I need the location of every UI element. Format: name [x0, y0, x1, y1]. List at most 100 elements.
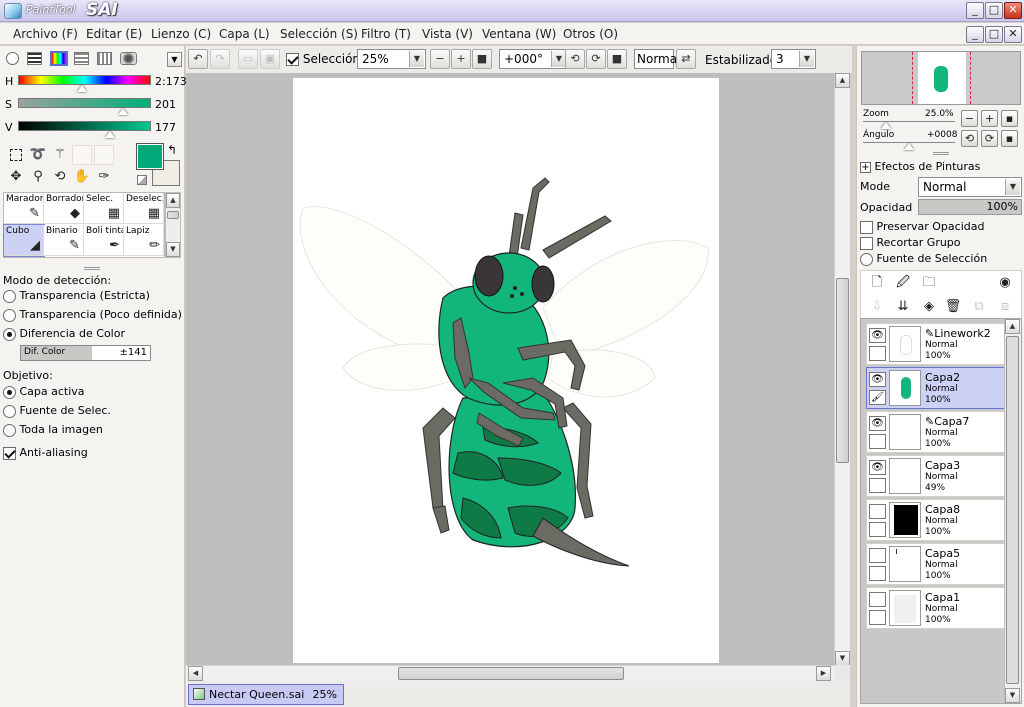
hue-slider[interactable] — [18, 75, 151, 85]
splitter-grip[interactable] — [933, 152, 949, 155]
brush-marcador[interactable]: Marador ✎ — [4, 193, 44, 224]
selection-checkbox[interactable] — [286, 53, 299, 66]
document-tab[interactable]: Nectar Queen.sai 25% — [188, 684, 344, 705]
nav-zoom-thumb[interactable] — [881, 122, 891, 129]
nav-rotate-right-icon[interactable]: ⟳ — [981, 130, 998, 147]
menu-archivo[interactable]: Archivo (F) — [13, 27, 78, 41]
brush-binario[interactable]: Binario ✎ — [44, 225, 84, 256]
invert-selection-icon[interactable]: ▣ — [260, 49, 280, 69]
eye-icon[interactable] — [869, 548, 886, 563]
swap-colors-icon[interactable]: ↰ — [167, 143, 177, 157]
pen-lock-icon[interactable] — [869, 610, 886, 625]
menu-filtro[interactable]: Filtro (T) — [361, 27, 411, 41]
eyedropper-icon[interactable]: ✑ — [94, 167, 114, 187]
brush-borrador[interactable]: Borrador ◆ — [44, 193, 84, 224]
nav-angle-thumb[interactable] — [904, 143, 914, 150]
nav-zoom-slider[interactable] — [863, 121, 955, 122]
zoom-combo[interactable]: 25% ▼ — [357, 49, 426, 69]
selection-source-radio[interactable] — [860, 252, 873, 266]
merge-visible-icon[interactable]: ⧉ — [969, 297, 989, 317]
undo-icon[interactable]: ↶ — [188, 49, 208, 69]
brush-selec[interactable]: Selec. ▦ — [84, 193, 124, 224]
menu-editar[interactable]: Editar (E) — [86, 27, 142, 41]
preserve-opacity-checkbox[interactable] — [860, 220, 873, 234]
doc-maximize-button[interactable]: □ — [985, 26, 1003, 43]
horizontal-scroll-thumb[interactable] — [398, 667, 624, 680]
canvas-paper[interactable] — [293, 78, 719, 663]
scroll-down-icon[interactable]: ▼ — [166, 242, 180, 257]
minimize-button[interactable]: _ — [966, 2, 984, 19]
rotate-left-icon[interactable]: ⟲ — [565, 49, 585, 69]
scratchpad-icon[interactable] — [120, 52, 137, 65]
layer-row[interactable]: Capa1 Normal 100% — [866, 587, 1007, 629]
layer-row[interactable]: 👁 ✎Linework2 Normal 100% — [866, 323, 1007, 365]
flip-icon[interactable]: ⇄ — [676, 49, 696, 69]
saturation-slider[interactable] — [18, 98, 151, 108]
zoom-icon[interactable]: ⚲ — [28, 167, 48, 187]
clip-group-toggle[interactable]: Recortar Grupo — [860, 236, 961, 250]
new-linework-icon[interactable]: 🖉 — [893, 273, 913, 293]
swatches-icon[interactable] — [97, 52, 112, 65]
nav-zoom-out-icon[interactable]: − — [961, 110, 978, 127]
detection-option-loose[interactable]: Transparencia (Poco definida) — [3, 308, 182, 322]
deselect-icon[interactable]: ▭ — [238, 49, 258, 69]
pen-lock-icon[interactable]: 🖌 — [869, 390, 886, 405]
layer-scroll-thumb[interactable] — [1006, 336, 1019, 684]
value-slider-thumb[interactable] — [104, 131, 115, 138]
nav-zoom-reset-icon[interactable]: ▪ — [1001, 110, 1018, 127]
brush-deselec[interactable]: Deselec. ▦ — [124, 193, 164, 224]
clear-layer-icon[interactable]: ◈ — [919, 297, 939, 317]
canvas-viewport[interactable] — [186, 73, 848, 665]
color-wheel-icon[interactable] — [6, 52, 19, 65]
hand-icon[interactable]: ✋ — [72, 167, 92, 187]
primary-color-swatch[interactable] — [136, 143, 164, 170]
menu-seleccion[interactable]: Selección (S) — [280, 27, 358, 41]
scroll-up-icon[interactable]: ▲ — [166, 193, 180, 208]
detection-option-color[interactable]: Diferencia de Color — [3, 327, 125, 341]
mixer-icon[interactable] — [74, 52, 89, 65]
selection-toggle[interactable]: Selección — [286, 52, 360, 66]
lasso-icon[interactable]: ➰ — [28, 145, 48, 165]
expand-icon[interactable]: + — [860, 161, 871, 173]
antialias-checkbox[interactable]: Anti-aliasing — [3, 446, 88, 460]
scroll-up-icon[interactable]: ▲ — [1005, 319, 1020, 334]
zoom-out-icon[interactable]: − — [430, 49, 450, 69]
radio-color-diff[interactable] — [3, 327, 16, 341]
rotate-right-icon[interactable]: ⟳ — [586, 49, 606, 69]
trash-icon[interactable]: 🗑 — [943, 297, 963, 317]
rect-select-icon[interactable] — [6, 145, 26, 165]
brush-scrollbar[interactable]: ▲ ▼ — [165, 192, 181, 258]
new-layer-icon[interactable]: 🗋 — [867, 273, 887, 293]
eye-icon[interactable]: 👁 — [869, 416, 886, 431]
layer-mask-icon[interactable]: ◉ — [995, 273, 1015, 293]
hue-slider-thumb[interactable] — [76, 85, 87, 92]
eye-icon[interactable]: 👁 — [869, 372, 886, 387]
layer-row[interactable]: Capa8 Normal 100% — [866, 499, 1007, 541]
redo-icon[interactable]: ↷ — [210, 49, 230, 69]
radio-loose[interactable] — [3, 308, 16, 322]
layer-row[interactable]: Capa5 Normal 100% — [866, 543, 1007, 585]
zoom-in-icon[interactable]: + — [451, 49, 471, 69]
canvas-vertical-scrollbar[interactable]: ▲ ▼ — [834, 73, 850, 666]
target-option-source[interactable]: Fuente de Selec. — [3, 404, 111, 418]
color-diff-slider[interactable]: Dif. Color ±141 — [20, 345, 151, 361]
rotate-icon[interactable]: ⟲ — [50, 167, 70, 187]
pen-lock-icon[interactable] — [869, 478, 886, 493]
scroll-down-icon[interactable]: ▼ — [1005, 688, 1020, 703]
menu-ventana[interactable]: Ventana (W) — [482, 27, 556, 41]
eye-icon[interactable] — [869, 504, 886, 519]
canvas-horizontal-scrollbar[interactable]: ◀ ▶ — [186, 665, 834, 681]
saturation-slider-thumb[interactable] — [118, 108, 129, 115]
scroll-up-icon[interactable]: ▲ — [835, 73, 850, 88]
layer-row[interactable]: 👁 Capa3 Normal 49% — [866, 455, 1007, 497]
zoom-reset-icon[interactable]: ■ — [472, 49, 492, 69]
eye-icon[interactable]: 👁 — [869, 460, 886, 475]
radio-selection-source[interactable] — [3, 404, 16, 418]
brush-cubo[interactable]: Cubo ◢ — [3, 224, 45, 257]
paint-effects-header[interactable]: + Efectos de Pinturas — [860, 160, 980, 173]
target-option-active[interactable]: Capa activa — [3, 385, 85, 399]
flatten-icon[interactable]: ⧈ — [995, 297, 1015, 317]
nav-rotate-reset-icon[interactable]: ▪ — [1001, 130, 1018, 147]
doc-close-button[interactable]: ✕ — [1004, 26, 1022, 43]
eye-icon[interactable] — [869, 592, 886, 607]
